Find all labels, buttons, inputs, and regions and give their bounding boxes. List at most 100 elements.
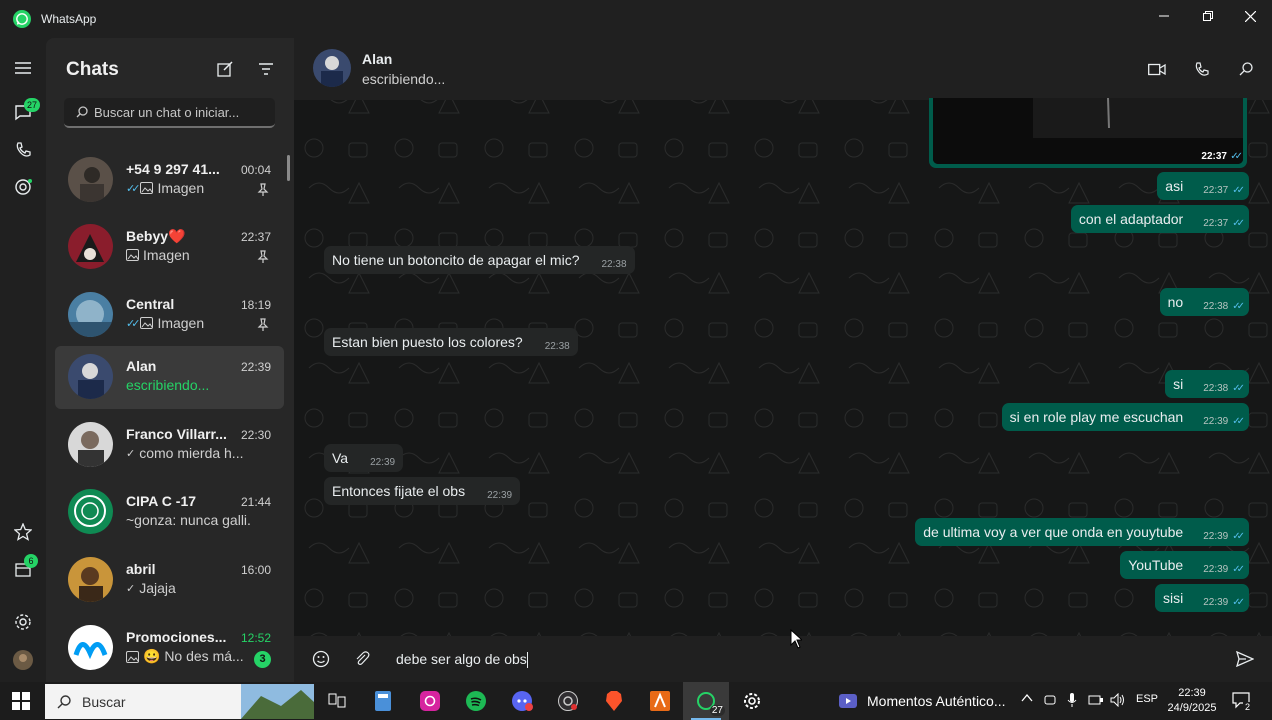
incoming-message[interactable]: Estan bien puesto los colores? 22:38 [324,328,578,356]
windows-start-icon[interactable] [12,692,30,710]
close-button[interactable] [1228,0,1272,32]
volume-icon[interactable] [1110,692,1126,710]
meet-now-icon[interactable] [1044,693,1056,710]
chat-item-8[interactable]: Promociones... 12:52 😀 No des má... 3 [55,617,284,680]
brave-browser-icon[interactable] [591,682,637,720]
search-box[interactable] [64,98,275,128]
chat-item-5[interactable]: Franco Villarr... 22:30 ✓ como mierda h.… [55,414,284,477]
message-text: Va [332,450,349,466]
notification-count: 2 [1243,702,1253,712]
incoming-message[interactable]: Va 22:39 [324,444,404,472]
outgoing-message[interactable]: YouTube 22:39 ✓✓ [1120,551,1249,579]
chat-preview: ✓✓ Imagen [126,315,204,331]
chat-time: 12:52 [240,631,271,645]
outgoing-message[interactable]: si 22:38 ✓✓ [1165,370,1249,398]
read-tick-icon: ✓✓ [126,182,141,195]
outgoing-message[interactable]: asi 22:37 ✓✓ [1157,172,1249,200]
chat-preview-text: Jajaja [139,580,176,596]
outgoing-message[interactable]: de ultima voy a ver que onda en youytube… [915,518,1249,546]
outgoing-message[interactable]: no 22:38 ✓✓ [1159,288,1249,316]
chat-time: 22:39 [240,360,271,374]
voice-call-button[interactable] [1186,54,1216,84]
whatsapp-window: WhatsApp 27 6 Chats Buscar un chat o ini… [0,0,1272,682]
chat-time: 00:04 [240,163,271,177]
message-text: Estan bien puesto los colores? [332,334,523,350]
message-time: 22:39 [487,489,513,501]
chat-item-7[interactable]: abril 16:00 ✓ Jajaja [55,549,284,612]
title-bar: WhatsApp [0,0,1272,38]
search-highlight-image [241,684,314,719]
message-text: no [1167,294,1184,310]
chat-preview-text: Imagen [157,315,205,331]
search-input[interactable] [94,104,274,120]
obs-icon[interactable] [545,682,591,720]
calls-nav-icon[interactable] [12,139,34,161]
read-tick-icon: ✓✓ [1232,217,1245,229]
starred-icon[interactable] [12,521,34,543]
settings-gear-icon[interactable] [729,682,775,720]
chat-time: 22:37 [240,230,271,244]
incoming-message[interactable]: Entonces fijate el obs 22:39 [324,477,521,505]
outgoing-message[interactable]: si en role play me escuchan 22:39 ✓✓ [1001,403,1249,431]
minimize-button[interactable] [1142,0,1186,32]
new-chat-icon[interactable] [216,60,234,78]
read-tick-icon: ✓✓ [1232,382,1245,394]
unread-badge: 3 [254,651,271,668]
taskbar-search[interactable]: Buscar [45,684,314,719]
filter-icon[interactable] [257,60,275,78]
maximize-button[interactable] [1186,0,1230,32]
search-in-chat-button[interactable] [1231,54,1261,84]
microphone-icon[interactable] [1067,693,1077,710]
outgoing-message[interactable]: con el adaptador 22:37 ✓✓ [1070,205,1249,233]
chatlist-scrollbar[interactable] [287,155,290,181]
chat-preview: ✓ como mierda h... [126,445,243,461]
chat-item-4-selected[interactable]: Alan 22:39 escribiendo... [55,346,284,409]
settings-gear-icon[interactable] [12,611,34,633]
attach-button[interactable] [352,649,372,669]
read-tick-icon: ✓✓ [1232,530,1245,542]
incoming-message[interactable]: No tiene un botoncito de apagar el mic? 2… [324,246,635,274]
message-input[interactable]: debe ser algo de obs [396,651,528,669]
running-window-button[interactable]: Momentos Auténtico... [836,682,1008,720]
send-icon [1236,651,1254,667]
video-app-icon [839,694,857,708]
video-call-button[interactable] [1142,54,1172,84]
network-icon[interactable] [1088,693,1104,710]
instagram-icon[interactable] [407,682,453,720]
whatsapp-taskbar-icon[interactable]: 27 [683,682,729,720]
outgoing-message[interactable]: sisi 22:39 ✓✓ [1154,584,1249,612]
status-nav-icon[interactable] [12,176,34,198]
read-tick-icon: ✓✓ [1230,151,1243,162]
menu-icon[interactable] [12,57,34,79]
chat-item-1[interactable]: +54 9 297 41... 00:04 ✓✓ Imagen [55,149,284,212]
chevron-up-icon[interactable] [1021,692,1033,707]
message-time: 22:39 [1203,563,1229,575]
image-message[interactable]: 22:37 ✓✓ [929,98,1247,168]
whatsapp-taskbar-badge: 27 [709,705,725,716]
chat-time: 16:00 [240,563,271,577]
send-button[interactable] [1235,649,1255,669]
chat-item-2[interactable]: Bebyy❤️ 22:37 Imagen [55,216,284,279]
chat-item-6[interactable]: CIPA C -17 21:44 ~gonza: nunca galli... [55,481,284,544]
contact-avatar[interactable] [313,49,351,87]
conversation-header[interactable]: Alan escribiendo... [294,38,1272,100]
spotify-icon[interactable] [453,682,499,720]
taskbar-clock[interactable]: 22:39 24/9/2025 [1166,686,1218,716]
pin-icon [257,318,269,331]
chat-name: Franco Villarr... [126,426,226,442]
message-text: No tiene un botoncito de apagar el mic? [332,252,580,268]
message-text: asi [1165,178,1184,194]
message-time: 22:37 [1201,151,1227,162]
profile-avatar[interactable] [12,649,34,671]
chat-preview-text: ~gonza: nunca galli... [126,512,251,528]
archived-badge: 6 [24,554,38,568]
calculator-icon[interactable] [360,682,406,720]
language-indicator[interactable]: ESP [1136,693,1158,705]
message-text: sisi [1162,590,1184,606]
chat-item-3[interactable]: Central 18:19 ✓✓ Imagen [55,284,284,347]
discord-icon[interactable] [499,682,545,720]
emoji-button[interactable] [311,649,331,669]
task-view-icon[interactable] [314,682,360,720]
app-launcher-icon[interactable] [637,682,683,720]
chat-preview-text: Imagen [157,180,205,196]
